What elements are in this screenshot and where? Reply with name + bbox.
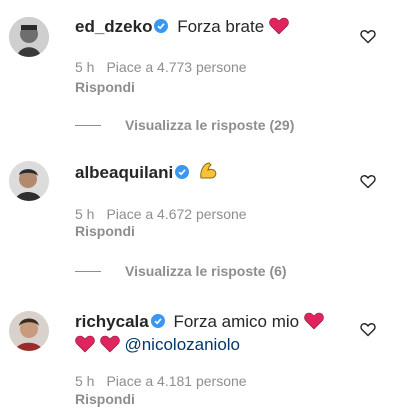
comment-item: ed_dzeko Forza brate 5 h Piace a 4.773 pe…: [0, 0, 406, 140]
reply-button[interactable]: Rispondi: [75, 78, 135, 96]
comment-time: 5 h: [75, 206, 95, 222]
comment-username[interactable]: albeaquilani: [75, 163, 173, 182]
comment-time: 5 h: [75, 59, 95, 75]
comment-text: Forza brate: [177, 17, 265, 36]
view-replies-button[interactable]: Visualizza le risposte (29): [75, 116, 294, 134]
comment-meta: 5 h Piace a 4.672 persone: [75, 205, 247, 223]
divider-line: [75, 271, 101, 272]
reply-button[interactable]: Rispondi: [75, 222, 135, 240]
comment-likes[interactable]: Piace a 4.181 persone: [106, 373, 246, 389]
comment-username[interactable]: ed_dzeko: [75, 17, 152, 36]
comment-likes[interactable]: Piace a 4.773 persone: [106, 59, 246, 75]
comment-meta: 5 h Piace a 4.181 persone: [75, 372, 247, 390]
avatar[interactable]: [9, 161, 49, 201]
flexed-biceps-emoji: [200, 162, 217, 179]
avatar[interactable]: [9, 17, 49, 57]
comment-item: albeaquilani 5 h Piace a 4.672 persone Ri…: [0, 140, 406, 280]
reply-button[interactable]: Rispondi: [75, 390, 135, 408]
red-heart-emoji: [304, 312, 324, 330]
mention-link[interactable]: @nicolozaniolo: [124, 335, 240, 354]
verified-badge-icon: [154, 19, 169, 33]
view-replies-label: Visualizza le risposte (29): [125, 117, 295, 133]
red-heart-emoji: [269, 17, 289, 35]
comment-username[interactable]: richycala: [75, 312, 149, 331]
like-heart-icon[interactable]: [360, 28, 376, 44]
comment-body: albeaquilani: [75, 161, 366, 184]
comment-meta: 5 h Piace a 4.773 persone: [75, 58, 247, 76]
red-heart-emoji: [75, 335, 95, 353]
like-heart-icon[interactable]: [360, 321, 376, 337]
comment-time: 5 h: [75, 373, 95, 389]
comment-text: Forza amico mio: [173, 312, 300, 331]
comment-body: richycala Forza amico mio @nicolozaniolo: [75, 310, 366, 356]
view-replies-button[interactable]: Visualizza le risposte (6): [75, 262, 287, 280]
comment-body: ed_dzeko Forza brate: [75, 15, 366, 38]
view-replies-label: Visualizza le risposte (6): [125, 263, 287, 279]
red-heart-emoji: [100, 335, 120, 353]
verified-badge-icon: [150, 314, 165, 328]
like-heart-icon[interactable]: [360, 173, 376, 189]
comment-item: richycala Forza amico mio @nicolozaniolo…: [0, 296, 406, 414]
divider-line: [75, 125, 101, 126]
verified-badge-icon: [175, 165, 190, 179]
comment-likes[interactable]: Piace a 4.672 persone: [106, 206, 246, 222]
avatar[interactable]: [9, 311, 49, 351]
